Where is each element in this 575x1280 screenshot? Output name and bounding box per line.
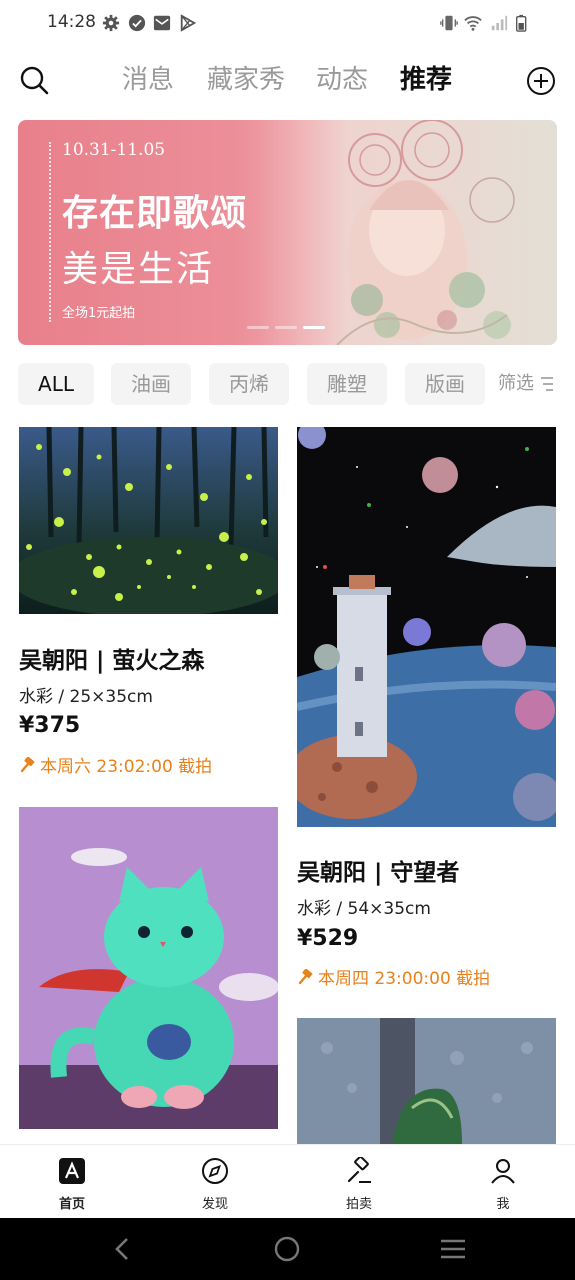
artwork-image-firefly-forest[interactable] <box>19 427 278 614</box>
auction-end-text: 本周四 23:00:00 截拍 <box>318 969 491 989</box>
back-icon[interactable] <box>110 1236 134 1262</box>
product-title: 吴朝阳 | 萤火之森 <box>19 648 205 674</box>
check-circle-icon <box>128 14 146 32</box>
system-navigation-bar <box>0 1218 575 1280</box>
tab-discover[interactable]: 发现 <box>165 1145 265 1219</box>
compass-icon <box>202 1158 228 1184</box>
banner-note: 全场1元起拍 <box>62 306 136 321</box>
filter-button[interactable]: 筛选 <box>498 363 534 405</box>
category-filters: ALL 油画 丙烯 雕塑 版画 筛选 <box>0 363 575 407</box>
product-title: 吴朝阳 | 守望者 <box>297 860 460 886</box>
battery-icon <box>516 14 527 32</box>
auction-end-time: 本周六 23:02:00 截拍 <box>19 752 212 777</box>
banner-date: 10.31-11.05 <box>62 140 166 160</box>
product-medium-size: 水彩 / 54×35cm <box>297 899 431 919</box>
mail-icon <box>153 15 171 31</box>
auction-end-text: 本周六 23:02:00 截拍 <box>40 757 213 777</box>
tab-messages[interactable]: 消息 <box>122 64 174 96</box>
tab-label: 拍卖 <box>345 1197 372 1212</box>
banner-subtitle: 美是生活 <box>62 249 215 290</box>
status-time: 14:28 <box>47 12 96 32</box>
settings-icon <box>102 14 120 32</box>
top-nav: 消息 藏家秀 动态 推荐 <box>0 52 575 110</box>
artwork-image-textured[interactable] <box>297 1018 556 1144</box>
tab-home[interactable]: 首页 <box>22 1145 122 1219</box>
vibrate-icon <box>440 15 458 31</box>
wifi-icon <box>464 16 482 31</box>
product-price: ¥375 <box>19 713 81 738</box>
filter-lines-icon[interactable] <box>540 376 554 392</box>
filter-chip-acrylic[interactable]: 丙烯 <box>209 363 289 405</box>
filter-chip-print[interactable]: 版画 <box>405 363 485 405</box>
signal-icon <box>491 15 508 31</box>
artwork-image-cat[interactable] <box>19 807 278 1129</box>
tab-label: 我 <box>496 1197 510 1212</box>
banner-divider <box>49 142 51 322</box>
banner-dot-active <box>303 326 325 329</box>
product-price: ¥529 <box>297 926 359 951</box>
filter-chip-all[interactable]: ALL <box>18 363 94 405</box>
home-logo-icon <box>59 1158 85 1184</box>
banner-artwork-image <box>257 120 557 345</box>
auction-hammer-icon <box>298 969 313 985</box>
banner-dot <box>275 326 297 329</box>
tab-auction[interactable]: 拍卖 <box>309 1145 409 1219</box>
tab-collector-show[interactable]: 藏家秀 <box>207 64 285 96</box>
play-store-icon <box>180 14 197 32</box>
status-bar: 14:28 <box>0 0 575 46</box>
tab-me[interactable]: 我 <box>453 1145 553 1219</box>
auction-hammer-icon <box>347 1157 371 1183</box>
banner-pagination <box>247 326 337 329</box>
tab-label: 首页 <box>58 1197 85 1212</box>
artwork-image-watchman[interactable] <box>297 427 556 827</box>
filter-chip-sculpture[interactable]: 雕塑 <box>307 363 387 405</box>
tab-label: 发现 <box>201 1197 228 1212</box>
tab-feed[interactable]: 动态 <box>316 64 368 96</box>
filter-chip-oil[interactable]: 油画 <box>111 363 191 405</box>
search-icon[interactable] <box>18 64 50 96</box>
add-circle-icon[interactable] <box>526 66 556 96</box>
user-icon <box>491 1159 515 1184</box>
banner-dot <box>247 326 269 329</box>
bottom-tab-bar: 首页 发现 拍卖 我 <box>0 1144 575 1218</box>
auction-hammer-icon <box>20 757 35 773</box>
home-circle-icon[interactable] <box>274 1236 300 1262</box>
promo-banner[interactable]: 10.31-11.05 存在即歌颂 美是生活 全场1元起拍 <box>18 120 557 345</box>
auction-end-time: 本周四 23:00:00 截拍 <box>297 964 490 989</box>
menu-icon[interactable] <box>439 1236 467 1262</box>
product-medium-size: 水彩 / 25×35cm <box>19 687 153 707</box>
tab-recommended[interactable]: 推荐 <box>400 64 452 96</box>
banner-title: 存在即歌颂 <box>62 193 248 234</box>
